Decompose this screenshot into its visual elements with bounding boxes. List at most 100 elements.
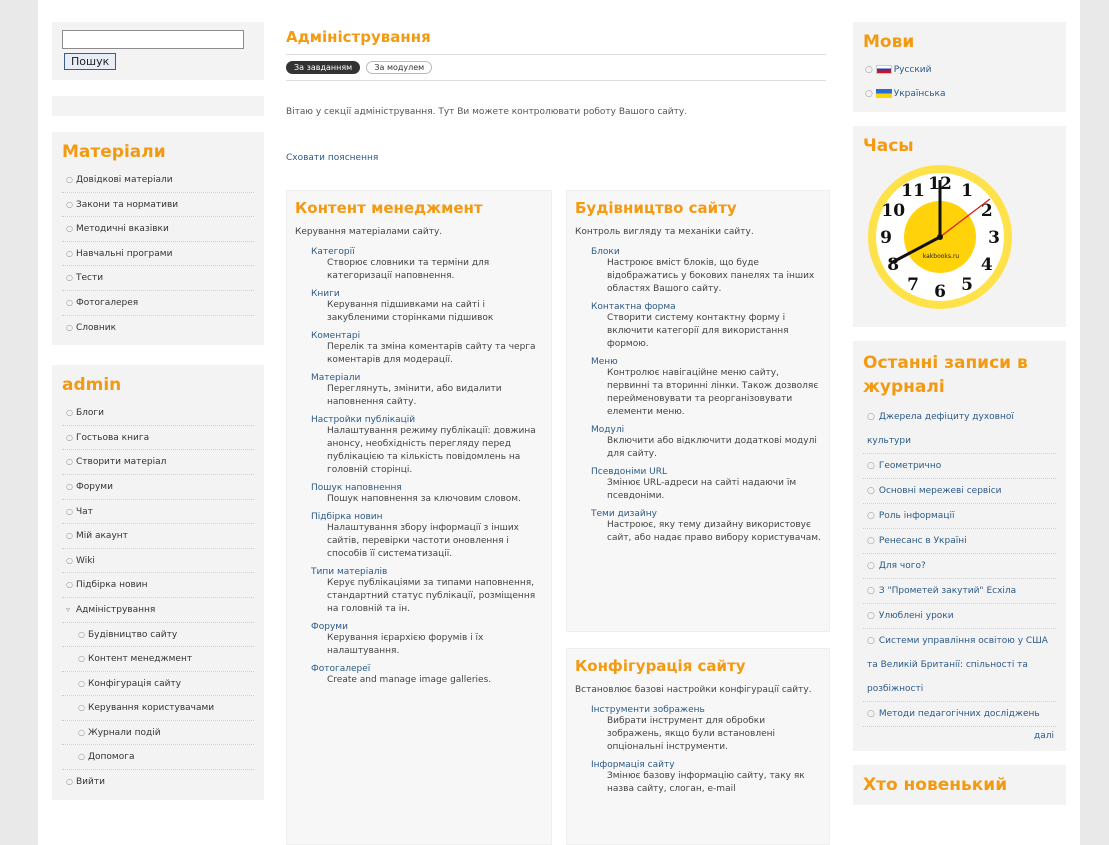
admin-task-link[interactable]: Блоки <box>591 247 821 257</box>
admin-task-item: Підбірка новин Налаштування збору інформа… <box>295 512 543 561</box>
admin-menu-label: Мій акаунт <box>76 531 128 542</box>
admin-task-item: Блоки Настроює вміст блоків, що буде відо… <box>575 247 821 296</box>
bullet-icon: ○ <box>66 248 73 258</box>
site-configuration-title: Конфігурація сайту <box>575 657 746 675</box>
admin-task-item: Типи матеріалів Керує публікаціями за тип… <box>295 567 543 616</box>
admin-menu-item[interactable]: ○ Журнали подій <box>62 721 254 746</box>
journal-entry[interactable]: ○ Ренесанс в Україні <box>863 529 1056 554</box>
admin-task-link[interactable]: Псевдоніми URL <box>591 467 821 477</box>
admin-task-link[interactable]: Контактна форма <box>591 302 821 312</box>
language-item[interactable]: ○ Українська <box>865 82 1054 106</box>
admin-menu-item[interactable]: ○ Вийти <box>62 770 254 794</box>
admin-task-link[interactable]: Матеріали <box>311 373 543 383</box>
admin-menu-item[interactable]: ○ Мій акаунт <box>62 524 254 549</box>
materials-menu-item[interactable]: ○ Навчальні програми <box>62 242 254 267</box>
tab-by-module[interactable]: За модулем <box>366 61 433 74</box>
admin-menu-item[interactable]: ○ Контент менеджмент <box>62 647 254 672</box>
bullet-icon: ○ <box>78 727 85 737</box>
admin-task-desc: Переглянуть, змінити, або видалити напов… <box>327 384 502 407</box>
bullet-icon: ○ <box>78 703 85 713</box>
admin-task-desc: Змінює URL-адреси на сайті надаючи їм пс… <box>607 478 797 501</box>
expanded-icon: ▿ <box>66 604 71 614</box>
admin-menu-item[interactable]: ○ Гостьова книга <box>62 426 254 451</box>
clock-number: 7 <box>907 275 919 295</box>
search-input[interactable] <box>62 30 244 49</box>
materials-menu-item[interactable]: ○ Тести <box>62 266 254 291</box>
admin-block: admin ○ Блоги ○ Гостьова книга ○ Створити мат… <box>52 365 264 800</box>
admin-menu-item[interactable]: ○ Форуми <box>62 475 254 500</box>
journal-entry[interactable]: ○ Основні мережеві сервіси <box>863 479 1056 504</box>
bullet-icon: ○ <box>66 481 73 491</box>
admin-task-link[interactable]: Настройки публікацій <box>311 415 543 425</box>
admin-menu-label: Гостьова книга <box>76 432 150 443</box>
admin-task-link[interactable]: Категорії <box>311 247 543 257</box>
admin-menu-item[interactable]: ○ Керування користувачами <box>62 696 254 721</box>
journal-entry-label: Роль інформації <box>878 511 955 521</box>
search-block: Пошук <box>52 22 264 80</box>
journal-list: ○ Джерела дефіциту духовної культури ○ Геом… <box>853 405 1066 727</box>
clock-number: 9 <box>880 228 892 248</box>
journal-entry[interactable]: ○ З "Прометей закутий" Есхіла <box>863 579 1056 604</box>
clock-brand: kakbooks.ru <box>923 253 960 260</box>
journal-entry[interactable]: ○ Геометрично <box>863 454 1056 479</box>
search-button[interactable]: Пошук <box>64 53 117 70</box>
journal-entry[interactable]: ○ Улюблені уроки <box>863 604 1056 629</box>
journal-entry[interactable]: ○ Для чого? <box>863 554 1056 579</box>
admin-task-link[interactable]: Меню <box>591 357 821 367</box>
admin-menu-item[interactable]: ○ Конфігурація сайту <box>62 672 254 697</box>
bullet-icon: ○ <box>66 506 73 516</box>
admin-task-item: Псевдоніми URL Змінює URL-адреси на сайті… <box>575 467 821 503</box>
materials-menu-item[interactable]: ○ Закони та нормативи <box>62 193 254 218</box>
admin-task-item: Інформація сайту Змінює базову інформацію… <box>575 760 821 796</box>
journal-entry[interactable]: ○ Джерела дефіциту духовної культури <box>863 405 1056 454</box>
journal-entry[interactable]: ○ Методи педагогічних досліджень <box>863 702 1056 727</box>
materials-menu: ○ Довідкові матеріали ○ Закони та нормативи… <box>52 168 264 345</box>
bullet-icon: ○ <box>867 709 875 719</box>
admin-task-link[interactable]: Модулі <box>591 425 821 435</box>
admin-menu-label: Журнали подій <box>88 727 161 738</box>
journal-more-link[interactable]: далі <box>853 727 1066 751</box>
flag-ua-icon <box>875 89 892 98</box>
journal-entry[interactable]: ○ Роль інформації <box>863 504 1056 529</box>
admin-task-link[interactable]: Типи матеріалів <box>311 567 543 577</box>
admin-menu-item[interactable]: ○ Блоги <box>62 401 254 426</box>
admin-menu-item[interactable]: ○ Допомога <box>62 745 254 771</box>
hide-descriptions-link[interactable]: Сховати пояснення <box>286 153 826 163</box>
site-configuration-panel: Конфігурація сайту Встановлює базові нас… <box>566 648 830 845</box>
materials-menu-item[interactable]: ○ Довідкові матеріали <box>62 168 254 193</box>
flag-ru-icon <box>875 65 892 74</box>
language-item[interactable]: ○ Русский <box>865 58 1054 82</box>
admin-task-link[interactable]: Пошук наповнення <box>311 483 543 493</box>
admin-task-link[interactable]: Фотогалереї <box>311 664 543 674</box>
bullet-icon: ○ <box>78 654 85 664</box>
admin-task-link[interactable]: Книги <box>311 289 543 299</box>
admin-menu-label: Допомога <box>88 752 135 763</box>
admin-task-link[interactable]: Інструменти зображень <box>591 705 821 715</box>
admin-menu-item[interactable]: ○ Чат <box>62 500 254 525</box>
admin-menu-item[interactable]: ▿ Адміністрування <box>62 598 254 623</box>
admin-menu-item[interactable]: ○ Будівництво сайту <box>62 623 254 648</box>
admin-task-desc: Створити систему контактну форму і включ… <box>607 313 789 349</box>
journal-entry[interactable]: ○ Системи управління освітою у США та Вел… <box>863 629 1056 702</box>
admin-task-link[interactable]: Коментарі <box>311 331 543 341</box>
tab-by-task[interactable]: За завданням <box>286 61 361 74</box>
journal-entry-label: Улюблені уроки <box>878 611 954 621</box>
materials-menu-item[interactable]: ○ Методичні вказівки <box>62 217 254 242</box>
bullet-icon: ○ <box>66 224 73 234</box>
admin-menu-item[interactable]: ○ Створити матеріал <box>62 450 254 475</box>
admin-menu-item[interactable]: ○ Підбірка новин <box>62 573 254 598</box>
bullet-icon: ○ <box>867 561 875 571</box>
site-building-title: Будівництво сайту <box>575 199 737 217</box>
admin-task-link[interactable]: Підбірка новин <box>311 512 543 522</box>
materials-title: Матеріали <box>62 142 166 162</box>
page-title: Адміністрування <box>286 28 431 46</box>
admin-menu-item[interactable]: ○ Wiki <box>62 549 254 574</box>
admin-task-link[interactable]: Теми дизайну <box>591 509 821 519</box>
content-management-panel: Контент менеджмент Керування матеріалами… <box>286 190 552 845</box>
materials-menu-item[interactable]: ○ Фотогалерея <box>62 291 254 316</box>
materials-menu-label: Фотогалерея <box>76 297 139 308</box>
admin-task-link[interactable]: Інформація сайту <box>591 760 821 770</box>
bullet-icon: ○ <box>867 511 875 521</box>
admin-task-link[interactable]: Форуми <box>311 622 543 632</box>
materials-menu-item[interactable]: ○ Словник <box>62 316 254 340</box>
